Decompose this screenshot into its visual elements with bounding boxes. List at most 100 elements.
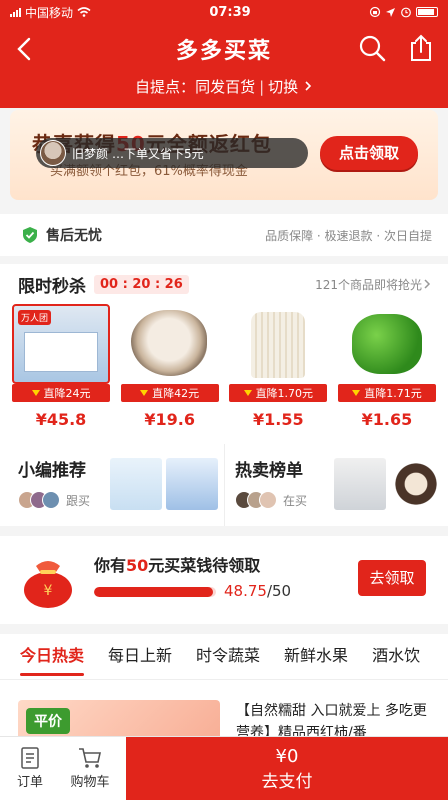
avatar <box>40 140 66 166</box>
product-thumb <box>166 458 218 510</box>
down-arrow-icon <box>243 390 252 396</box>
location-icon <box>386 7 395 17</box>
cart-label: 购物车 <box>70 775 110 790</box>
countdown-timer: 00 : 20 : 26 <box>94 274 189 294</box>
recommend-row: 小编推荐 跟买 热卖榜单 在买 <box>0 444 448 526</box>
rec-thumbs <box>110 458 218 510</box>
bottom-bar: 订单 购物车 ¥0 去支付 <box>0 736 448 800</box>
service-guarantee[interactable]: 售后无忧 品质保障 · 极速退款 · 次日自提 <box>0 214 448 256</box>
signal-icon <box>10 7 21 17</box>
down-arrow-icon <box>140 390 149 396</box>
guarantee-label-group: 售后无忧 <box>22 225 102 245</box>
coupon-progress-fill <box>94 587 213 597</box>
back-icon[interactable] <box>12 34 38 64</box>
flash-item[interactable]: 直降42元 ¥19.6 <box>120 304 219 429</box>
item-price: ¥1.55 <box>253 410 304 429</box>
price-drop-tag: 直降1.71元 <box>337 384 436 402</box>
pickup-store: 同发百货 <box>195 78 256 96</box>
wifi-icon <box>77 7 91 17</box>
item-price: ¥45.8 <box>35 410 87 429</box>
carrier: 中国移动 <box>25 5 74 20</box>
avatar <box>42 491 60 509</box>
tab-daily-new[interactable]: 每日上新 <box>108 634 172 679</box>
checkout-total: ¥0 <box>275 746 299 767</box>
flash-item[interactable]: 万人团 直降24元 ¥45.8 <box>12 304 110 429</box>
mushroom-shape <box>251 312 306 378</box>
tab-today-hot[interactable]: 今日热卖 <box>20 634 85 679</box>
purchase-marquee: 旧梦颜 …下单又省下5元 <box>36 138 308 168</box>
tab-seasonal-veg[interactable]: 时令蔬菜 <box>196 634 260 679</box>
rec-thumbs <box>334 458 442 510</box>
editor-picks-card[interactable]: 小编推荐 跟买 <box>0 444 224 526</box>
share-icon[interactable] <box>408 33 434 63</box>
orders-button[interactable]: 订单 <box>0 737 60 800</box>
pepper-shape <box>351 314 422 374</box>
order-list-icon <box>21 747 39 769</box>
coupon-amount: 50 <box>126 556 149 575</box>
flash-sale-header[interactable]: 限时秒杀 00 : 20 : 26 121个商品即将抢光 <box>0 264 448 304</box>
price-drop-tag: 直降24元 <box>12 384 110 402</box>
avatar-stack <box>18 491 60 509</box>
rec-caption: 在买 <box>283 493 308 508</box>
tab-fresh-fruit[interactable]: 新鲜水果 <box>284 634 348 679</box>
rec-caption: 跟买 <box>66 493 91 508</box>
pickup-label: 自提点： <box>135 78 196 96</box>
tab-drinks[interactable]: 酒水饮 <box>372 634 420 679</box>
milk-box-shape <box>24 332 98 372</box>
flash-item[interactable]: 直降1.70元 ¥1.55 <box>229 304 328 429</box>
search-icon[interactable] <box>358 34 386 62</box>
coupon-text-pre: 你有 <box>94 556 127 575</box>
switch-link[interactable]: 切换 <box>268 78 298 96</box>
down-arrow-icon <box>352 390 361 396</box>
battery-icon <box>416 7 438 17</box>
drop-text: 直降42元 <box>152 387 200 400</box>
cart-icon <box>79 748 101 768</box>
product-thumb <box>334 458 386 510</box>
avatar-stack <box>235 491 277 509</box>
flash-sale-title: 限时秒杀 <box>18 276 86 297</box>
cash-coupon-card: ¥ 你有50元买菜钱待领取 48.75/50 去领取 <box>0 536 448 624</box>
item-price: ¥19.6 <box>144 410 195 429</box>
hot-list-card[interactable]: 热卖榜单 在买 <box>224 444 448 526</box>
coupon-amount-readout: 48.75/50 <box>224 582 291 600</box>
group-buy-badge: 万人团 <box>18 310 52 325</box>
value-badge: 平价 <box>26 708 70 734</box>
drop-text: 直降24元 <box>43 387 91 400</box>
cart-button[interactable]: 购物车 <box>60 737 120 800</box>
price-drop-tag: 直降1.70元 <box>229 384 328 402</box>
pickup-point[interactable]: 自提点：同发百货 | 切换 <box>0 74 448 104</box>
category-tabs: 今日热卖 每日上新 时令蔬菜 新鲜水果 酒水饮 <box>0 634 448 680</box>
coupon-text-post: 元买菜钱待领取 <box>148 556 261 575</box>
claim-coupon-button[interactable]: 去领取 <box>358 560 426 596</box>
coupon-total: /50 <box>266 582 292 600</box>
flash-item[interactable]: 直降1.71元 ¥1.65 <box>337 304 436 429</box>
status-bar: 中国移动 07:39 <box>0 0 448 24</box>
flash-sale-more[interactable]: 121个商品即将抢光 <box>315 276 422 293</box>
status-right <box>369 6 438 18</box>
down-arrow-icon <box>31 390 40 396</box>
guarantee-tags: 品质保障 · 极速退款 · 次日自提 <box>265 228 432 243</box>
claim-button[interactable]: 点击领取 <box>320 136 418 170</box>
coupon-text: 你有50元买菜钱待领取 <box>94 552 260 576</box>
page-title: 多多买菜 <box>175 39 272 64</box>
flash-sale-items: 万人团 直降24元 ¥45.8 直降42元 ¥19.6 直降1.70元 ¥1.5… <box>0 304 448 429</box>
orders-label: 订单 <box>16 775 43 790</box>
marquee-user: 旧梦颜 <box>72 146 109 161</box>
checkout-button[interactable]: ¥0 去支付 <box>126 737 448 800</box>
coupon-progress <box>94 587 216 597</box>
oyster-shape <box>130 310 207 376</box>
avatar <box>259 491 277 509</box>
alarm-icon <box>401 7 411 18</box>
red-packet-banner[interactable]: 恭喜获得50元全额返红包 买满额领个红包，61%概率得现金 旧梦颜 …下单又省下… <box>10 110 438 200</box>
marquee-message: …下单又省下5元 <box>112 146 204 161</box>
top-header: 中国移动 07:39 多多买菜 自提点：同发百货 | 切换 <box>0 0 448 108</box>
chevron-right-icon <box>424 279 431 289</box>
coupon-current: 48.75 <box>224 582 267 600</box>
product-image-mushroom <box>229 304 328 384</box>
product-thumb <box>110 458 162 510</box>
lock-rotation-icon <box>369 6 381 18</box>
chevron-right-icon <box>305 81 312 91</box>
product-thumb <box>390 458 442 510</box>
product-image-pepper <box>337 304 436 384</box>
divider: | <box>259 78 265 96</box>
